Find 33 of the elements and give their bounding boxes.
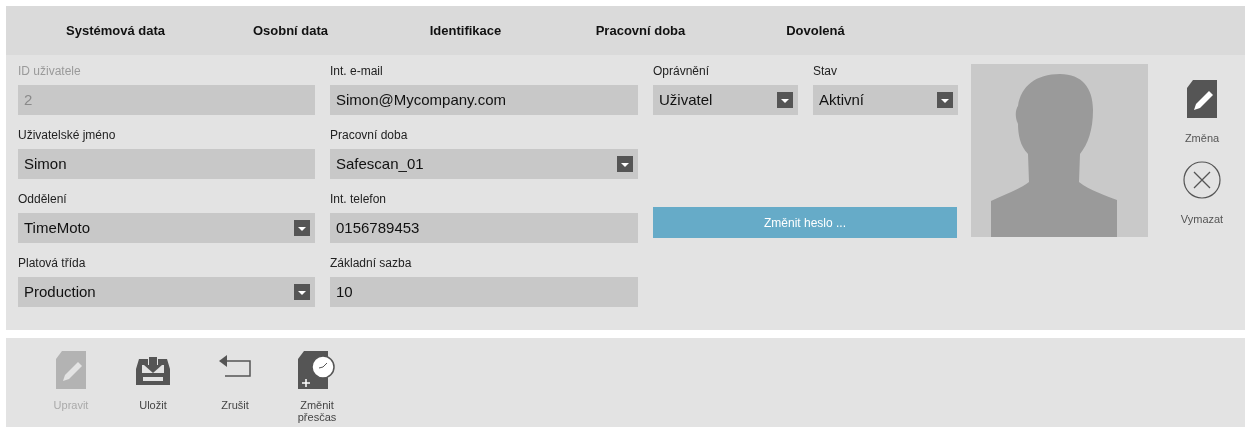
tab[interactable]: Systémová data [28,16,203,45]
pencil-icon [56,351,86,389]
field-label: Stav [813,64,837,78]
toolbar-button[interactable]: Uložit [112,351,194,427]
tab[interactable]: Dovolená [728,16,903,45]
field-label: Oprávnění [653,64,710,78]
dropdown-field[interactable]: Uživatel [653,85,798,115]
field-label: Pracovní doba [330,128,408,142]
field-label: Oddělení [18,192,67,206]
input-field[interactable]: Simon@Mycompany.com [330,85,638,115]
input-field[interactable]: Simon [18,149,315,179]
dropdown-field[interactable]: Safescan_01 [330,149,638,179]
field-label: Základní sazba [330,256,412,270]
document-clock-icon [298,351,336,389]
photo-action-button[interactable]: Změna [1184,80,1220,147]
tab[interactable]: Identifikace [378,16,553,45]
input-field[interactable]: 10 [330,277,638,307]
dropdown-field[interactable]: TimeMoto [18,213,315,243]
field-label: Int. e-mail [330,64,383,78]
toolbar-button[interactable]: Změnit přesčas [276,351,358,427]
field-label: Platová třída [18,256,86,270]
photo-action-button[interactable]: Vymazat [1180,160,1224,227]
dropdown-field[interactable]: Aktivní [813,85,958,115]
field-label: ID uživatele [18,64,81,78]
toolbar-button[interactable]: Zrušit [194,351,276,427]
tab[interactable]: Osobní data [203,16,378,45]
tab[interactable]: Pracovní doba [553,16,728,45]
dropdown-field[interactable]: Production [18,277,315,307]
pencil-icon [1187,80,1217,118]
close-icon [1183,160,1221,199]
field-label: Int. telefon [330,192,387,206]
field-label: Uživatelské jméno [18,128,116,142]
input-field[interactable]: 0156789453 [330,213,638,243]
